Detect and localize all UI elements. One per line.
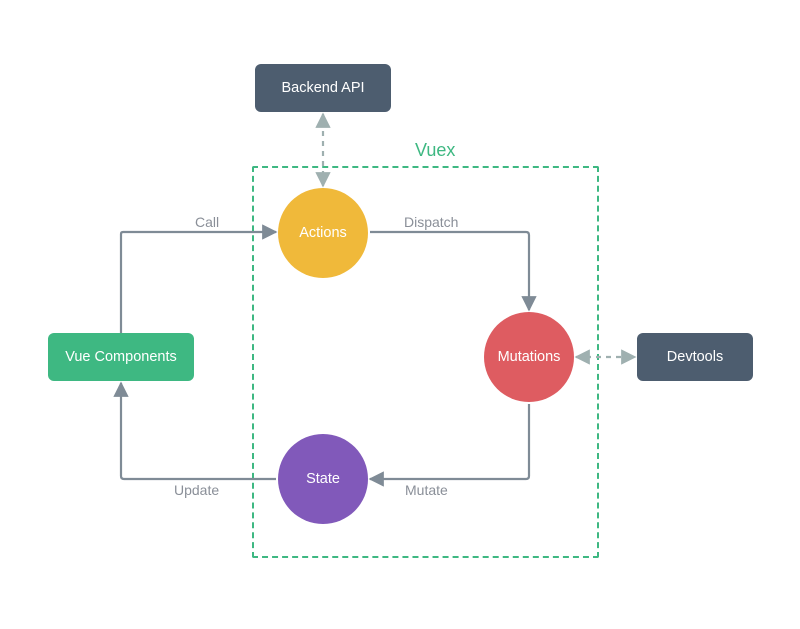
circle-actions: Actions: [278, 188, 368, 278]
circle-mutations: Mutations: [484, 312, 574, 402]
edge-label-mutate: Mutate: [405, 482, 448, 498]
edge-label-call: Call: [195, 214, 219, 230]
edge-label-update: Update: [174, 482, 219, 498]
box-devtools: Devtools: [637, 333, 753, 381]
circle-state: State: [278, 434, 368, 524]
edge-label-dispatch: Dispatch: [404, 214, 458, 230]
box-vue-components: Vue Components: [48, 333, 194, 381]
box-backend-api: Backend API: [255, 64, 391, 112]
vuex-architecture-diagram: Vuex Backend API Vue Components Devtools…: [0, 0, 800, 629]
vuex-title: Vuex: [415, 140, 455, 161]
